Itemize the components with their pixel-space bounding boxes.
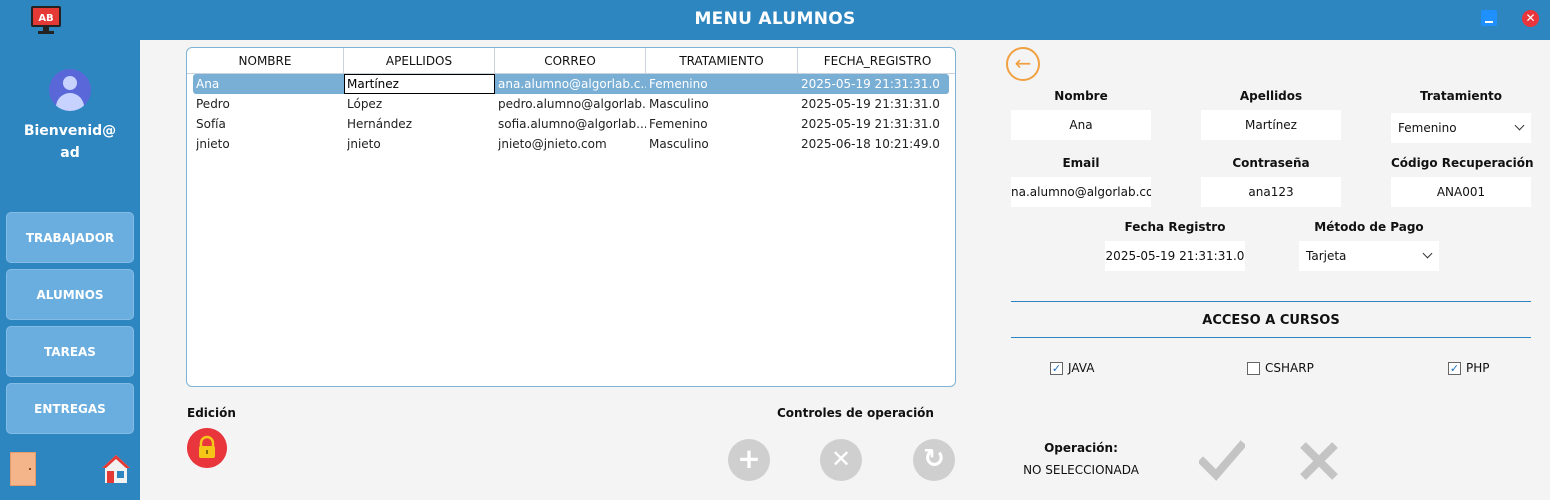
controls-label: Controles de operación	[777, 406, 934, 420]
metodo-pago-label: Método de Pago	[1314, 220, 1424, 234]
back-arrow-icon[interactable]: ←	[1006, 47, 1040, 81]
recovery-code-label: Código Recuperación	[1391, 156, 1534, 170]
home-icon[interactable]	[101, 453, 131, 485]
table-cell[interactable]: 2025-06-18 10:21:49.0	[801, 134, 949, 154]
php-checkbox-label: PHP	[1466, 361, 1490, 375]
php-checkbox[interactable]: ✓	[1448, 362, 1461, 375]
column-header-apellidos[interactable]: APELLIDOS	[344, 48, 495, 74]
chevron-down-icon	[1514, 120, 1525, 131]
table-cell[interactable]: Pedro	[196, 94, 344, 114]
welcome-line-1: Bienvenid@	[23, 123, 117, 139]
chevron-down-icon	[1422, 248, 1433, 259]
column-header-fecha-registro[interactable]: FECHA_REGISTRO	[798, 48, 955, 74]
table-cell[interactable]: Masculino	[649, 94, 797, 114]
minimize-icon[interactable]	[1481, 10, 1497, 26]
title-bar: AB MENU ALUMNOS ✕	[0, 0, 1550, 40]
welcome-line-2: ad	[60, 145, 80, 161]
sidebar-item-entregas[interactable]: ENTREGAS	[6, 383, 134, 434]
column-header-correo[interactable]: CORREO	[495, 48, 646, 74]
operation-value: NO SELECCIONADA	[1023, 463, 1139, 477]
sidebar: Bienvenid@ ad TRABAJADOR ALUMNOS TAREAS …	[0, 40, 140, 500]
fecha-registro-label: Fecha Registro	[1124, 220, 1226, 234]
operation-label: Operación:	[1044, 441, 1118, 455]
password-field[interactable]: ana123	[1201, 177, 1341, 207]
table-cell[interactable]: Masculino	[649, 134, 797, 154]
metodo-pago-select-value: Tarjeta	[1306, 249, 1347, 263]
check-icon[interactable]	[1199, 440, 1245, 482]
email-field[interactable]: na.alumno@algorlab.com	[1011, 177, 1151, 207]
table-row[interactable]: Ana Martínez ana.alumno@algorlab.c... Fe…	[193, 74, 949, 94]
password-label: Contraseña	[1232, 156, 1310, 170]
metodo-pago-select[interactable]: Tarjeta	[1299, 241, 1439, 271]
fecha-registro-field[interactable]: 2025-05-19 21:31:31.0	[1105, 241, 1245, 271]
table-cell[interactable]: Ana	[196, 74, 344, 94]
table-cell[interactable]: Femenino	[649, 74, 797, 94]
students-table[interactable]: NOMBRE APELLIDOS CORREO TRATAMIENTO FECH…	[186, 47, 956, 387]
sidebar-item-alumnos[interactable]: ALUMNOS	[6, 269, 134, 320]
sidebar-item-tareas[interactable]: TAREAS	[6, 326, 134, 377]
tratamiento-select[interactable]: Femenino	[1391, 113, 1531, 143]
table-cell[interactable]: pedro.alumno@algorlab....	[498, 94, 646, 114]
close-icon[interactable]: ✕	[1522, 10, 1539, 27]
add-icon[interactable]: +	[728, 439, 770, 481]
table-row[interactable]: Pedro López pedro.alumno@algorlab.... Ma…	[193, 94, 949, 114]
table-cell[interactable]: jnieto	[196, 134, 344, 154]
table-cell[interactable]: ana.alumno@algorlab.c...	[498, 74, 646, 94]
divider	[1011, 337, 1531, 338]
table-cell[interactable]: 2025-05-19 21:31:31.0	[801, 94, 949, 114]
lock-icon[interactable]	[187, 428, 227, 468]
form-background	[956, 40, 1550, 500]
recovery-code-field[interactable]: ANA001	[1391, 177, 1531, 207]
table-cell[interactable]: Hernández	[347, 114, 495, 134]
java-checkbox-label: JAVA	[1068, 361, 1095, 375]
column-header-tratamiento[interactable]: TRATAMIENTO	[646, 48, 798, 74]
window-title: MENU ALUMNOS	[694, 9, 856, 29]
column-header-nombre[interactable]: NOMBRE	[187, 48, 344, 74]
nombre-field[interactable]: Ana	[1011, 110, 1151, 140]
table-cell[interactable]: Femenino	[649, 114, 797, 134]
table-cell[interactable]: 2025-05-19 21:31:31.0	[801, 114, 949, 134]
nombre-label: Nombre	[1054, 89, 1108, 103]
table-cell-editor[interactable]: Martínez	[344, 74, 495, 94]
sidebar-item-trabajador[interactable]: TRABAJADOR	[6, 212, 134, 263]
email-label: Email	[1062, 156, 1100, 170]
cancel-icon[interactable]	[1299, 441, 1339, 481]
refresh-icon[interactable]: ↻	[913, 439, 955, 481]
table-cell[interactable]: jnieto@jnieto.com	[498, 134, 646, 154]
door-icon[interactable]	[10, 452, 36, 486]
divider	[1011, 301, 1531, 302]
table-cell[interactable]: jnieto	[347, 134, 495, 154]
avatar	[49, 69, 91, 111]
table-cell[interactable]: López	[347, 94, 495, 114]
java-checkbox[interactable]: ✓	[1050, 362, 1063, 375]
table-row[interactable]: jnieto jnieto jnieto@jnieto.com Masculin…	[193, 134, 949, 154]
table-cell[interactable]: sofia.alumno@algorlab....	[498, 114, 646, 134]
apellidos-field[interactable]: Martínez	[1201, 110, 1341, 140]
courses-title: ACCESO A CURSOS	[1202, 313, 1340, 328]
table-row[interactable]: Sofía Hernández sofia.alumno@algorlab...…	[193, 114, 949, 134]
table-cell[interactable]: Sofía	[196, 114, 344, 134]
csharp-checkbox-label: CSHARP	[1265, 361, 1314, 375]
csharp-checkbox[interactable]	[1247, 362, 1260, 375]
tratamiento-label: Tratamiento	[1420, 89, 1502, 103]
table-cell[interactable]: 2025-05-19 21:31:31.0	[801, 74, 949, 94]
delete-icon[interactable]: ✕	[820, 439, 862, 481]
tratamiento-select-value: Femenino	[1398, 121, 1457, 135]
apellidos-label: Apellidos	[1239, 89, 1303, 103]
edition-label: Edición	[187, 406, 236, 420]
welcome-text: Bienvenid@ ad	[0, 120, 140, 164]
